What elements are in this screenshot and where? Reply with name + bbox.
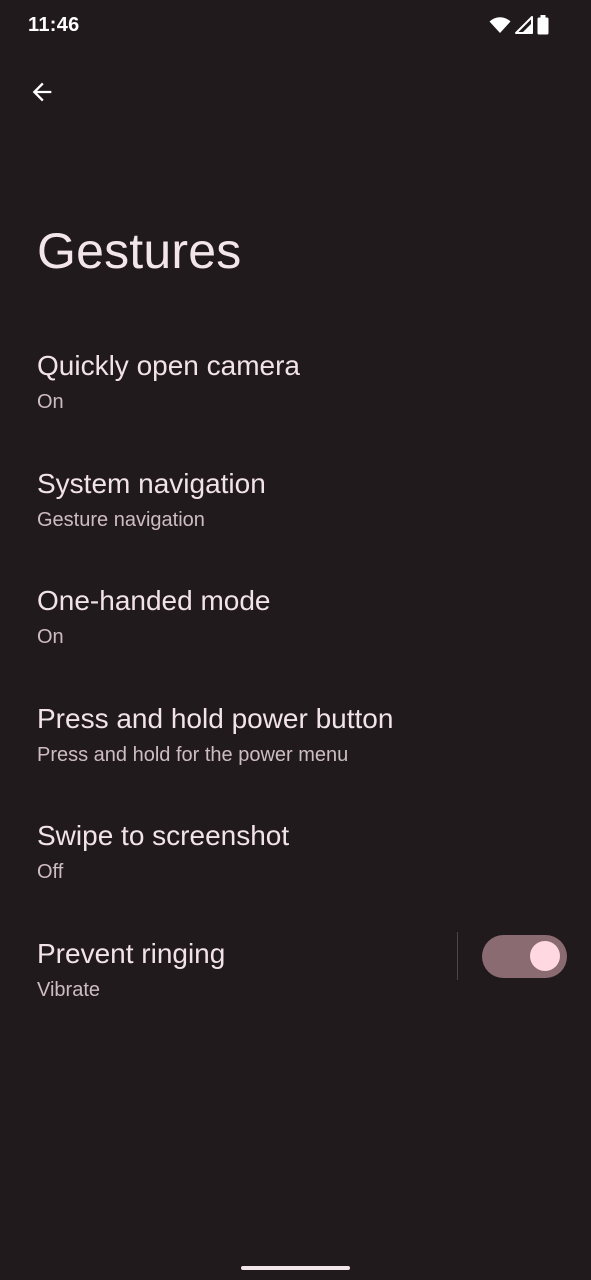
status-icons <box>489 15 549 35</box>
setting-title: Swipe to screenshot <box>37 820 290 852</box>
cellular-signal-icon <box>515 16 533 34</box>
arrow-back-icon <box>28 78 56 111</box>
battery-icon <box>537 15 549 35</box>
setting-system-navigation[interactable]: System navigation Gesture navigation <box>0 452 591 570</box>
setting-summary: On <box>37 626 64 649</box>
setting-prevent-ringing[interactable]: Prevent ringing Vibrate <box>0 922 591 1040</box>
status-time: 11:46 <box>28 14 80 36</box>
setting-summary: Off <box>37 861 64 884</box>
setting-summary: On <box>37 391 64 413</box>
setting-title: System navigation <box>37 467 266 499</box>
wifi-icon <box>489 16 511 34</box>
setting-summary: Press and hold for the power menu <box>37 743 349 766</box>
back-button[interactable] <box>22 74 62 114</box>
setting-title: Quickly open camera <box>37 350 301 381</box>
setting-title: Press and hold power button <box>37 702 394 734</box>
setting-quickly-open-camera[interactable]: Quickly open camera On <box>0 334 591 452</box>
setting-swipe-to-screenshot[interactable]: Swipe to screenshot Off <box>0 804 591 922</box>
setting-title: Prevent ringing <box>37 937 226 969</box>
settings-list: Quickly open camera On System navigation… <box>0 334 591 1040</box>
toggle-knob <box>530 941 560 972</box>
setting-press-and-hold-power-button[interactable]: Press and hold power button Press and ho… <box>0 687 591 805</box>
page-title: Gestures <box>37 223 242 279</box>
prevent-ringing-toggle[interactable] <box>482 934 567 978</box>
setting-one-handed-mode[interactable]: One-handed mode On <box>0 569 591 687</box>
setting-summary: Vibrate <box>37 978 101 1001</box>
setting-title: One-handed mode <box>37 585 271 617</box>
divider <box>457 931 458 980</box>
gesture-nav-handle[interactable] <box>241 1266 350 1270</box>
setting-summary: Gesture navigation <box>37 508 205 531</box>
status-bar: 11:46 <box>0 0 591 52</box>
